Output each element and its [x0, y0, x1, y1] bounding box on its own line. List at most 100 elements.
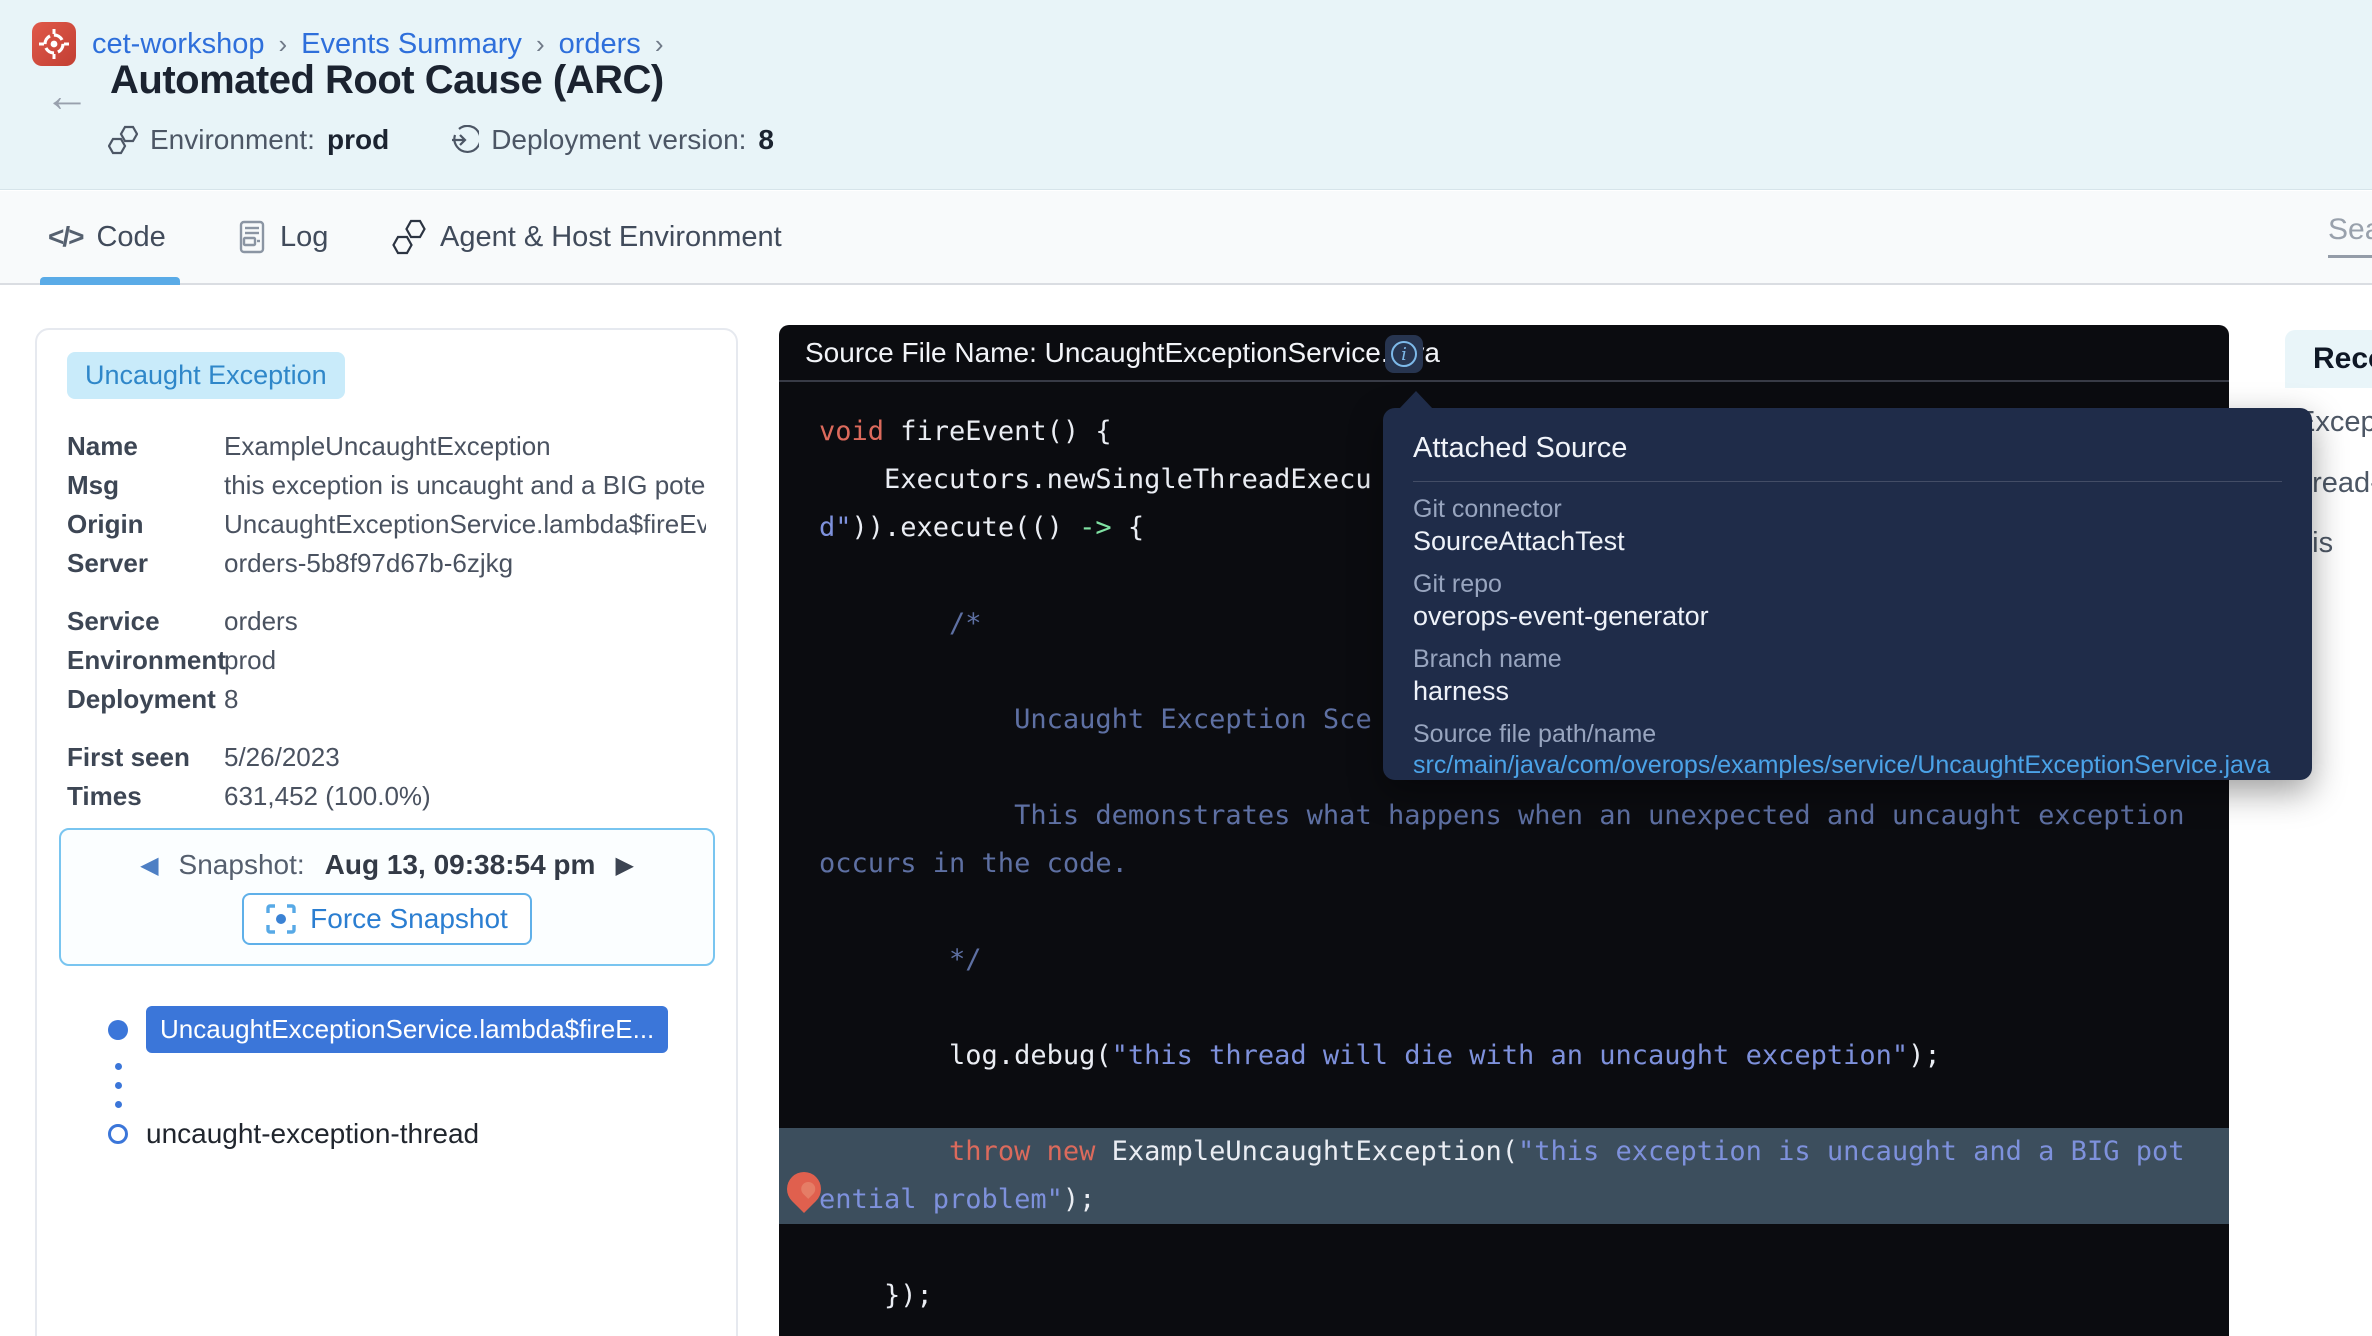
breadcrumb-separator: › — [278, 29, 287, 60]
detail-row: Times631,452 (100.0%) — [67, 781, 706, 820]
environment-label: Environment: — [150, 124, 315, 156]
right-panel-title: Reco — [2313, 342, 2372, 376]
code-line: log.debug("this thread will die with an … — [819, 1032, 2229, 1080]
tooltip-source-path-link[interactable]: src/main/java/com/overops/examples/servi… — [1413, 751, 2282, 780]
breadcrumb-item-service[interactable]: orders — [559, 28, 641, 61]
deployment-value: 8 — [758, 124, 774, 156]
breadcrumb-item-events-summary[interactable]: Events Summary — [301, 28, 522, 61]
detail-row: NameExampleUncaughtException — [67, 431, 706, 470]
tooltip-field-label: Branch name — [1413, 645, 2282, 674]
deployment-label: Deployment version: — [491, 124, 746, 156]
page-header: cet-workshop › Events Summary › orders ›… — [0, 0, 2372, 190]
detail-row: Deployment8 — [67, 684, 706, 723]
active-tab-indicator — [40, 277, 180, 285]
event-details-card: Uncaught Exception NameExampleUncaughtEx… — [35, 328, 738, 1336]
snapshot-nav: ◀ Snapshot: Aug 13, 09:38:54 pm ▶ — [140, 849, 634, 881]
tooltip-field-value: harness — [1413, 676, 2282, 707]
search-input[interactable]: Search — [2328, 213, 2372, 258]
force-snapshot-button[interactable]: Force Snapshot — [242, 893, 532, 945]
detail-label: Name — [67, 431, 224, 462]
stack-frame-list: UncaughtExceptionService.lambda$fireE...… — [67, 1006, 706, 1150]
code-line: occurs in the code. — [819, 840, 2229, 888]
tab-code-label: Code — [96, 221, 165, 254]
detail-label: Msg — [67, 470, 224, 501]
detail-value: UncaughtExceptionService.lambda$fireEver — [224, 509, 706, 540]
source-file-name: Source File Name: UncaughtExceptionServi… — [805, 337, 1440, 369]
detail-label: Environment — [67, 645, 224, 676]
environment-hexagons-icon — [108, 124, 138, 156]
detail-value: orders — [224, 606, 706, 637]
detail-value: 631,452 (100.0%) — [224, 781, 706, 812]
detail-value: 5/26/2023 — [224, 742, 706, 773]
app-logo-icon[interactable] — [32, 22, 76, 66]
detail-label: Times — [67, 781, 224, 812]
detail-value: orders-5b8f97d67b-6zjkg — [224, 548, 706, 579]
page-title: Automated Root Cause (ARC) — [110, 58, 664, 103]
snapshot-prev-button[interactable]: ◀ — [140, 851, 158, 880]
page: cet-workshop › Events Summary › orders ›… — [0, 0, 2372, 1336]
info-button[interactable]: i — [1385, 335, 1423, 373]
code-line — [819, 888, 2229, 936]
tooltip-arrow — [1399, 391, 1433, 409]
breadcrumb-links: cet-workshop › Events Summary › orders › — [92, 28, 663, 61]
stack-dot-open-icon — [108, 1124, 128, 1144]
breadcrumb-item-env[interactable]: cet-workshop — [92, 28, 264, 61]
code-panel-header: Source File Name: UncaughtExceptionServi… — [779, 325, 2229, 382]
detail-label: Service — [67, 606, 224, 637]
snapshot-box: ◀ Snapshot: Aug 13, 09:38:54 pm ▶ Force … — [59, 828, 715, 966]
detail-label: Server — [67, 548, 224, 579]
stack-dot-filled-icon — [108, 1020, 128, 1040]
snapshot-next-button[interactable]: ▶ — [615, 851, 633, 880]
detail-row: First seen5/26/2023 — [67, 742, 706, 781]
tab-log[interactable]: Log — [238, 191, 328, 283]
tab-bar: </> Code Log Age — [0, 191, 2372, 285]
code-line: ential problem"); — [779, 1176, 2229, 1224]
tab-code[interactable]: </> Code — [48, 191, 166, 283]
tooltip-title: Attached Source — [1413, 432, 2282, 465]
environment-value: prod — [327, 124, 389, 156]
snapshot-value: Aug 13, 09:38:54 pm — [325, 849, 596, 881]
deployment-icon — [449, 125, 479, 155]
stack-frame-selected[interactable]: UncaughtExceptionService.lambda$fireE... — [146, 1006, 668, 1053]
code-line: This demonstrates what happens when an u… — [819, 792, 2229, 840]
log-icon — [238, 220, 266, 254]
code-line — [819, 1224, 2229, 1272]
code-line — [819, 1080, 2229, 1128]
tooltip-field-label: Git connector — [1413, 495, 2282, 524]
event-details-list: NameExampleUncaughtExceptionMsgthis exce… — [67, 431, 706, 820]
breadcrumb-separator: › — [655, 29, 664, 60]
tooltip-divider — [1413, 481, 2282, 482]
stack-frame-row: uncaught-exception-thread — [67, 1118, 706, 1150]
code-line: }); — [819, 1272, 2229, 1320]
detail-value: ExampleUncaughtException — [224, 431, 706, 462]
detail-label: Origin — [67, 509, 224, 540]
tab-agent-label: Agent & Host Environment — [440, 221, 782, 254]
detail-row: OriginUncaughtExceptionService.lambda$fi… — [67, 509, 706, 548]
detail-row: Serverorders-5b8f97d67b-6zjkg — [67, 548, 706, 587]
detail-value: prod — [224, 645, 706, 676]
code-line — [819, 984, 2229, 1032]
detail-row: Msgthis exception is uncaught and a BIG … — [67, 470, 706, 509]
back-button[interactable]: ← — [44, 72, 90, 118]
info-icon: i — [1391, 341, 1417, 367]
force-snapshot-label: Force Snapshot — [310, 903, 508, 935]
stack-frame-item[interactable]: uncaught-exception-thread — [146, 1118, 479, 1150]
right-panel-header: Reco — [2285, 330, 2372, 388]
detail-label: First seen — [67, 742, 224, 773]
stack-frame-row: UncaughtExceptionService.lambda$fireE... — [67, 1006, 706, 1053]
code-icon: </> — [48, 221, 82, 253]
force-snapshot-icon — [266, 904, 296, 934]
tab-agent-host-environment[interactable]: Agent & Host Environment — [392, 191, 782, 283]
detail-row: Environmentprod — [67, 645, 706, 684]
hexagons-icon — [392, 219, 426, 255]
tooltip-fields: Git connectorSourceAttachTestGit repoove… — [1413, 495, 2282, 780]
snapshot-label: Snapshot: — [179, 849, 305, 881]
tooltip-field-value: overops-event-generator — [1413, 601, 2282, 632]
breadcrumb-separator: › — [536, 29, 545, 60]
code-line: throw new ExampleUncaughtException("this… — [779, 1128, 2229, 1176]
detail-value: this exception is uncaught and a BIG pot… — [224, 470, 706, 501]
tooltip-field-label: Git repo — [1413, 570, 2282, 599]
page-meta: Environment: prod Deployment version: 8 — [108, 124, 774, 156]
stack-connector-dots — [115, 1063, 706, 1108]
detail-label: Deployment — [67, 684, 224, 715]
